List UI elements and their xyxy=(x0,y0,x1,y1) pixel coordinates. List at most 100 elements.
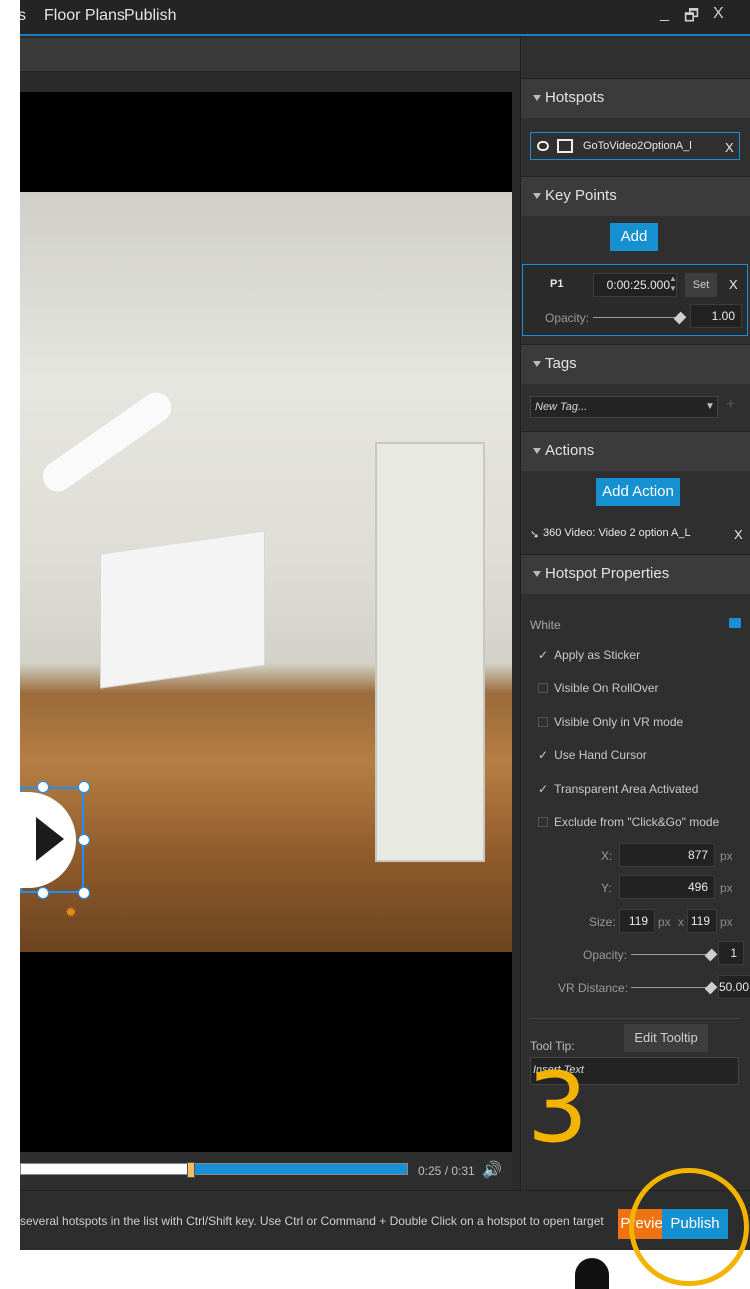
door-image xyxy=(375,442,485,862)
opacity-slider-track[interactable] xyxy=(593,317,681,318)
close-icon[interactable]: X xyxy=(713,5,724,23)
timeline-track[interactable] xyxy=(20,1162,408,1178)
hotspot-list-item[interactable]: GoToVideo2OptionA_l X xyxy=(530,132,740,160)
panorama-viewer[interactable]: ✹ xyxy=(20,92,512,1152)
section-title: Tags xyxy=(545,355,577,372)
menu-item-floor-plans[interactable]: Floor Plans xyxy=(44,7,125,25)
section-key-points[interactable]: Key Points xyxy=(521,176,750,216)
collapse-icon xyxy=(533,361,541,367)
menu-bar: s Floor Plans Publish _ 🗗 X xyxy=(20,0,750,36)
eye-icon[interactable] xyxy=(537,141,549,151)
opacity-label: Opacity: xyxy=(545,311,590,325)
cursor-icon: ➘ xyxy=(530,529,540,541)
chevron-down-icon: ▼ xyxy=(705,401,715,412)
play-icon xyxy=(36,817,64,861)
resize-handle[interactable] xyxy=(78,834,90,846)
opacity-slider-track[interactable] xyxy=(631,954,711,955)
checkbox-apply-as-sticker[interactable]: ✓ Apply as Sticker xyxy=(538,648,640,662)
edit-tooltip-button[interactable]: Edit Tooltip xyxy=(624,1024,708,1052)
timeline-progress xyxy=(191,1164,407,1174)
remove-key-point-icon[interactable]: X xyxy=(729,277,738,292)
section-title: Key Points xyxy=(545,187,617,204)
opacity-slider-thumb[interactable] xyxy=(673,311,687,325)
wall-poster xyxy=(100,530,265,689)
key-point-time-input[interactable]: 0:00:25.000 xyxy=(593,273,677,297)
volume-icon[interactable]: 🔊 xyxy=(482,1160,502,1180)
checkbox-box xyxy=(538,683,548,693)
step-number-annotation: 3 xyxy=(527,1052,589,1164)
action-list-item[interactable]: 360 Video: Video 2 option A_L xyxy=(543,527,691,539)
add-action-button[interactable]: Add Action xyxy=(596,478,680,506)
section-title: Hotspots xyxy=(545,89,605,106)
highlight-ring-annotation xyxy=(629,1168,749,1286)
y-input[interactable]: 496 xyxy=(619,875,715,899)
folder-icon[interactable] xyxy=(729,618,741,628)
checkbox-box xyxy=(538,817,548,827)
gear-icon[interactable]: ✹ xyxy=(65,904,77,921)
tooltip-label: Tool Tip: xyxy=(530,1039,575,1053)
collapse-icon xyxy=(533,571,541,577)
checkbox-label: Exclude from "Click&Go" mode xyxy=(554,815,720,829)
resize-handle[interactable] xyxy=(78,781,90,793)
check-icon: ✓ xyxy=(538,648,549,662)
resize-handle[interactable] xyxy=(37,781,49,793)
opacity-input[interactable]: 1 xyxy=(718,941,744,965)
hotspot-name: GoToVideo2OptionA_l xyxy=(583,140,692,152)
time-readout: 0:25 / 0:31 xyxy=(418,1164,475,1178)
x-input[interactable]: 877 xyxy=(619,843,715,867)
checkbox-visible-on-rollover[interactable]: Visible On RollOver xyxy=(538,681,658,695)
section-hotspots[interactable]: Hotspots xyxy=(521,78,750,118)
check-icon: ✓ xyxy=(538,748,549,762)
menu-item-publish[interactable]: Publish xyxy=(124,7,176,25)
restore-icon[interactable]: 🗗 xyxy=(684,5,699,32)
remove-hotspot-icon[interactable]: X xyxy=(725,140,734,155)
app-window: s Floor Plans Publish _ 🗗 X ✹ 0:25 / 0:3… xyxy=(20,0,750,1250)
properties-sidebar: Hotspots GoToVideo2OptionA_l X Key Point… xyxy=(520,38,750,1190)
image-icon xyxy=(557,139,573,153)
size-label: Size: xyxy=(589,915,616,929)
vr-distance-input[interactable]: 50.00 xyxy=(718,975,750,999)
add-key-point-button[interactable]: Add xyxy=(610,223,658,251)
checkbox-label: Use Hand Cursor xyxy=(554,748,647,762)
y-label: Y: xyxy=(601,881,612,895)
section-actions[interactable]: Actions xyxy=(521,431,750,471)
checkbox-label: Visible On RollOver xyxy=(554,681,659,695)
panorama-image[interactable] xyxy=(20,192,512,952)
px-unit: px xyxy=(720,849,733,863)
opacity-slider-thumb[interactable] xyxy=(704,948,718,962)
vr-distance-slider-thumb[interactable] xyxy=(704,981,718,995)
resize-handle[interactable] xyxy=(37,887,49,899)
x-label: X: xyxy=(601,849,613,863)
mouse-cursor-icon xyxy=(575,1258,609,1289)
checkbox-visible-only-vr[interactable]: Visible Only in VR mode xyxy=(538,715,683,729)
remove-action-icon[interactable]: X xyxy=(734,527,743,542)
opacity-label: Opacity: xyxy=(583,948,628,962)
checkbox-label: Apply as Sticker xyxy=(554,648,641,662)
resize-handle[interactable] xyxy=(78,887,90,899)
checkbox-box xyxy=(538,717,548,727)
set-time-button[interactable]: Set xyxy=(685,273,717,297)
minimize-icon[interactable]: _ xyxy=(660,5,669,23)
height-input[interactable]: 119 xyxy=(687,909,717,933)
menu-item-partial[interactable]: s xyxy=(20,7,26,25)
width-input[interactable]: 119 xyxy=(619,909,655,933)
new-tag-placeholder: New Tag... xyxy=(535,401,588,413)
section-tags[interactable]: Tags xyxy=(521,344,750,384)
new-tag-select[interactable]: New Tag... ▼ xyxy=(530,396,718,418)
style-name: White xyxy=(530,618,561,632)
key-point-opacity-input[interactable]: 1.00 xyxy=(690,304,742,328)
timeline-scrubber[interactable] xyxy=(187,1162,195,1178)
section-title: Hotspot Properties xyxy=(545,565,670,582)
vr-distance-slider-track[interactable] xyxy=(631,987,711,988)
checkbox-transparent-area[interactable]: ✓ Transparent Area Activated xyxy=(538,782,698,796)
checkbox-use-hand-cursor[interactable]: ✓ Use Hand Cursor xyxy=(538,748,647,762)
key-point-row: P1 0:00:25.000 ▲ ▼ Set X Opacity: 1.00 xyxy=(522,264,748,336)
key-point-name: P1 xyxy=(550,278,564,290)
add-tag-icon[interactable]: + xyxy=(726,396,735,414)
time-stepper[interactable]: ▲ ▼ xyxy=(669,274,677,296)
divider xyxy=(530,1018,740,1019)
section-hotspot-properties[interactable]: Hotspot Properties xyxy=(521,554,750,594)
collapse-icon xyxy=(533,95,541,101)
checkbox-exclude-click-go[interactable]: Exclude from "Click&Go" mode xyxy=(538,815,719,829)
ceiling-light xyxy=(36,386,178,498)
